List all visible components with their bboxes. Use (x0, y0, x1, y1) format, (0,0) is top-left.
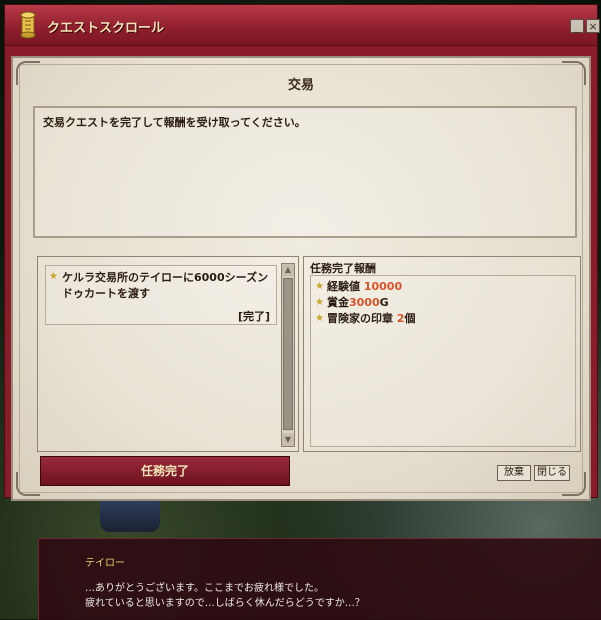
corner-ornament (16, 472, 40, 496)
reward-label: 賞金 (327, 296, 349, 309)
scroll-down-arrow-icon[interactable]: ▼ (282, 434, 294, 446)
reward-suffix: 個 (404, 312, 416, 325)
star-icon: ★ (315, 281, 324, 292)
objectives-scrollbar[interactable]: ▲ ▼ (281, 263, 295, 447)
quest-scroll-window: クエストスクロール _ × 交易 交易クエストを完了して報酬を受け取ってください… (4, 4, 600, 501)
reward-value: 3000 (349, 296, 380, 309)
window-titlebar[interactable]: クエストスクロール _ × (5, 5, 600, 46)
window-title: クエストスクロール (47, 21, 165, 36)
close-button[interactable]: 閉じる (534, 465, 570, 481)
npc-dialog-box[interactable]: テイロー …ありがとうございます。ここまでお疲れ様でした。 疲れていると思います… (38, 538, 601, 620)
dialog-line: …ありがとうございます。ここまでお疲れ様でした。 (85, 583, 324, 594)
quest-title: 交易 (287, 78, 314, 93)
rewards-panel: 任務完了報酬 ★ 経験値 10000 ★ 賞金3000G ★ 冒険家の印章 2個 (303, 256, 581, 452)
quest-description-box: 交易クエストを完了して報酬を受け取ってください。 (33, 106, 577, 238)
scrollbar-thumb[interactable] (283, 278, 293, 430)
close-window-button[interactable]: × (586, 19, 600, 33)
reward-value: 10000 (363, 280, 403, 293)
scroll-up-arrow-icon[interactable]: ▲ (282, 264, 294, 276)
objective-text: ケルラ交易所のテイローに6000シーズンドゥカートを渡す (62, 271, 269, 300)
quest-description: 交易クエストを完了して報酬を受け取ってください。 (43, 116, 306, 129)
rewards-header: 任務完了報酬 (310, 262, 376, 275)
complete-quest-button[interactable]: 任務完了 (40, 456, 290, 486)
reward-suffix: G (379, 296, 389, 309)
reward-seal: ★ 冒険家の印章 2個 (315, 311, 416, 327)
parchment-panel: 交易 交易クエストを完了して報酬を受け取ってください。 ★ ケルラ交易所のテイロ… (11, 56, 591, 501)
rewards-list: ★ 経験値 10000 ★ 賞金3000G ★ 冒険家の印章 2個 (310, 275, 576, 447)
star-icon: ★ (315, 297, 324, 308)
reward-experience: ★ 経験値 10000 (315, 279, 402, 295)
npc-name: テイロー (85, 558, 125, 569)
scroll-icon (20, 11, 36, 39)
objectives-panel: ★ ケルラ交易所のテイローに6000シーズンドゥカートを渡す [完了] ▲ ▼ (37, 256, 299, 452)
objective-status: [完了] (237, 310, 270, 323)
dialog-line: 疲れていると思いますので…しばらく休んだらどうですか…？ (85, 598, 365, 609)
reward-label: 冒険家の印章 (327, 312, 393, 325)
star-icon: ★ (49, 271, 58, 282)
minimize-button[interactable]: _ (570, 19, 584, 33)
reward-gold: ★ 賞金3000G (315, 295, 389, 311)
abandon-button[interactable]: 放棄 (497, 465, 531, 481)
objective-item: ★ ケルラ交易所のテイローに6000シーズンドゥカートを渡す [完了] (45, 265, 277, 325)
star-icon: ★ (315, 313, 324, 324)
reward-value: 2 (396, 312, 405, 325)
reward-label: 経験値 (327, 280, 360, 293)
